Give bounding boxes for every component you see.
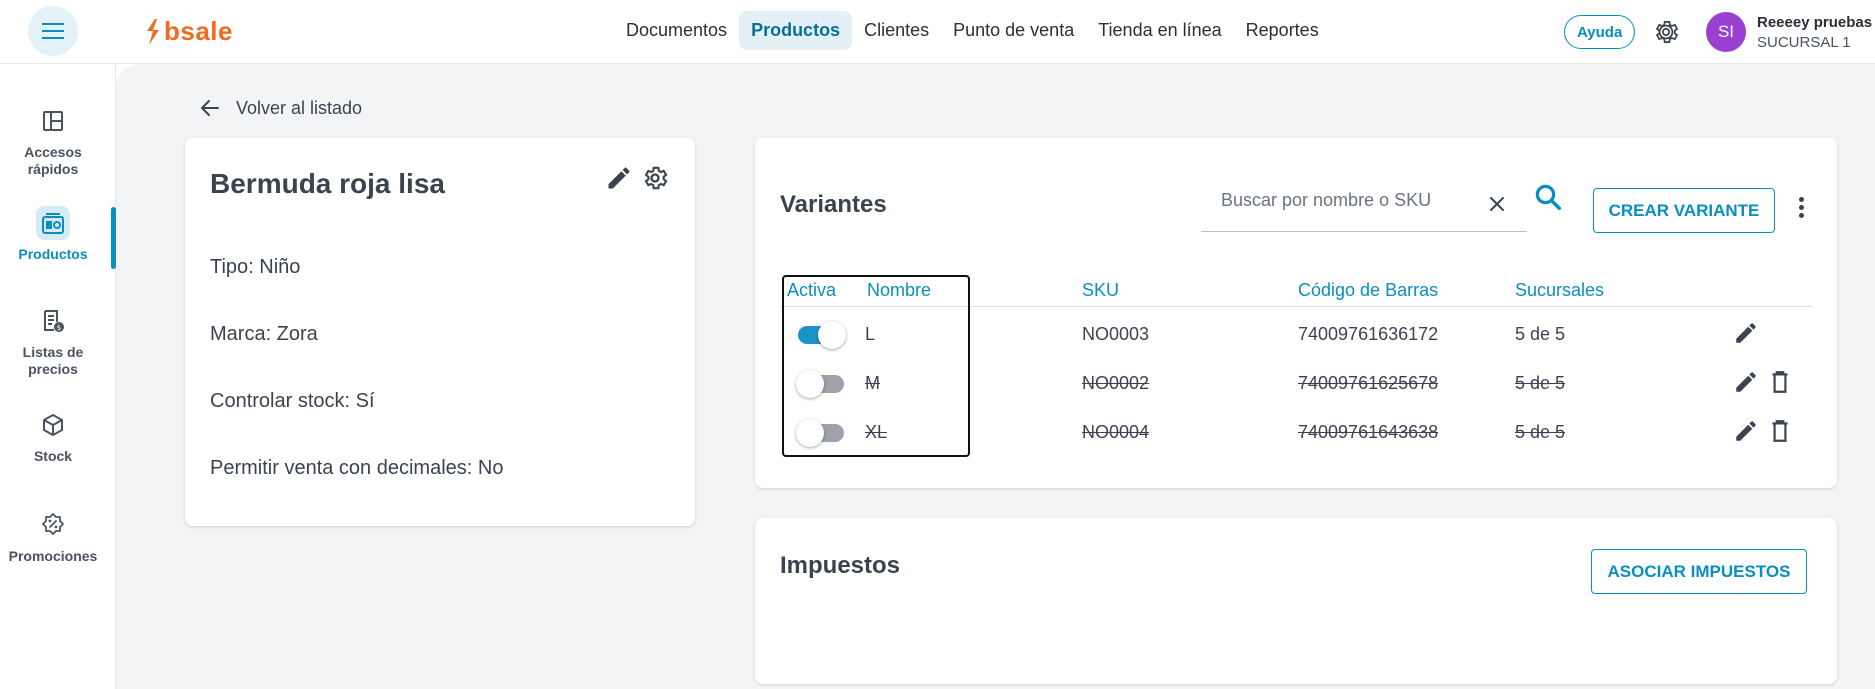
sidebar-item-label: Listas de precios [22, 344, 84, 377]
product-settings-gear-icon[interactable] [641, 164, 669, 192]
variant-active-toggle[interactable] [796, 419, 844, 447]
bsale-logo[interactable]: bsale [144, 16, 233, 47]
taxes-card: Impuestos ASOCIAR IMPUESTOS [755, 518, 1837, 684]
column-header-nombre[interactable]: Nombre [867, 280, 931, 301]
variant-barcode: 74009761643638 [1298, 422, 1439, 442]
variant-branches: 5 de 5 [1515, 324, 1566, 344]
variant-active-toggle[interactable] [798, 321, 846, 349]
column-header-sucursales[interactable]: Sucursales [1515, 280, 1604, 301]
products-icon [42, 213, 64, 234]
bsale-logo-icon [147, 18, 159, 45]
product-venta-decimales: Permitir venta con decimales: No [210, 457, 504, 479]
edit-variant-icon[interactable] [1733, 320, 1759, 346]
user-avatar[interactable]: SI [1706, 12, 1746, 52]
sidebar-item-stock[interactable]: Stock [0, 408, 106, 465]
more-options-button[interactable] [1792, 192, 1810, 222]
edit-variant-icon[interactable] [1733, 369, 1759, 395]
more-vert-icon [1798, 196, 1804, 202]
variant-search-field [1201, 176, 1527, 232]
back-to-list-link[interactable]: Volver al listado [198, 96, 362, 120]
main-nav: Documentos Productos Clientes Punto de v… [614, 11, 1331, 50]
product-marca: Marca: Zora [210, 323, 318, 345]
variant-search-input[interactable] [1221, 190, 1471, 211]
sidebar-item-productos[interactable]: Productos [0, 206, 106, 263]
variant-name: XL [865, 422, 888, 442]
user-branch: SUCURSAL 1 [1757, 34, 1851, 51]
top-bar: bsale Documentos Productos Clientes Punt… [0, 0, 1875, 64]
variant-name: M [865, 373, 880, 393]
hamburger-menu-button[interactable] [28, 6, 78, 56]
promo-icon [42, 513, 64, 535]
product-tipo: Tipo: Niño [210, 256, 301, 278]
user-name[interactable]: Reeeey pruebas [1757, 14, 1872, 31]
associate-taxes-button[interactable]: ASOCIAR IMPUESTOS [1591, 549, 1807, 594]
search-icon[interactable] [1533, 182, 1563, 212]
nav-item-punto-de-venta[interactable]: Punto de venta [941, 11, 1086, 50]
variant-barcode: 74009761636172 [1298, 324, 1439, 344]
delete-trash-icon[interactable] [1767, 369, 1793, 395]
header-divider [780, 306, 1812, 307]
variant-barcode: 74009761625678 [1298, 373, 1439, 393]
sidebar-item-promociones[interactable]: Promociones [0, 508, 106, 565]
variant-sku: NO0004 [1082, 422, 1150, 442]
column-header-sku[interactable]: SKU [1082, 280, 1119, 301]
variant-sku: NO0002 [1082, 373, 1150, 393]
variant-active-toggle[interactable] [796, 370, 844, 398]
edit-variant-icon[interactable] [1733, 418, 1759, 444]
product-card: Bermuda roja lisa Tipo: Niño Marca: Zora… [185, 138, 695, 526]
sidebar-item-listas-de-precios[interactable]: $ Listas de precios [0, 304, 106, 378]
clear-search-icon[interactable] [1485, 192, 1509, 216]
sidebar-item-label: Promociones [8, 548, 98, 564]
product-title: Bermuda roja lisa [210, 168, 445, 199]
sidebar-item-label: Accesos rápidos [24, 144, 82, 177]
variant-branches: 5 de 5 [1515, 422, 1566, 442]
create-variant-button[interactable]: CREAR VARIANTE [1593, 188, 1775, 233]
sidebar-item-label: Productos [18, 246, 88, 262]
column-header-activa[interactable]: Activa [787, 280, 836, 301]
box-icon [43, 414, 63, 436]
svg-text:$: $ [57, 324, 61, 332]
variant-name: L [865, 324, 876, 344]
edit-pencil-icon[interactable] [605, 164, 633, 192]
back-label: Volver al listado [236, 97, 363, 118]
nav-item-productos[interactable]: Productos [739, 11, 853, 50]
layout-icon [43, 111, 63, 131]
product-controlar-stock: Controlar stock: Sí [210, 390, 375, 412]
nav-item-reportes[interactable]: Reportes [1234, 11, 1331, 50]
nav-item-clientes[interactable]: Clientes [852, 11, 941, 50]
sidebar: Accesos rápidos Productos $ Listas de pr… [0, 64, 116, 689]
variant-sku: NO0003 [1082, 324, 1150, 344]
delete-trash-icon[interactable] [1767, 418, 1793, 444]
price-list-icon: $ [44, 310, 64, 332]
help-button[interactable]: Ayuda [1564, 15, 1636, 49]
taxes-title: Impuestos [780, 552, 901, 579]
nav-item-documentos[interactable]: Documentos [614, 11, 739, 50]
variants-card: Variantes CREAR VARIANTE Activa Nombre S… [755, 138, 1837, 488]
settings-gear-icon[interactable] [1652, 18, 1680, 46]
variants-title: Variantes [780, 191, 887, 218]
nav-item-tienda-en-linea[interactable]: Tienda en línea [1086, 11, 1233, 50]
logo-text: bsale [164, 16, 233, 46]
variant-branches: 5 de 5 [1515, 373, 1566, 393]
column-header-codigo-barras[interactable]: Código de Barras [1298, 280, 1438, 301]
arrow-left-icon [201, 100, 219, 116]
sidebar-item-label: Stock [33, 448, 73, 464]
sidebar-item-accesos-rapidos[interactable]: Accesos rápidos [0, 104, 106, 178]
hamburger-icon [42, 23, 64, 39]
